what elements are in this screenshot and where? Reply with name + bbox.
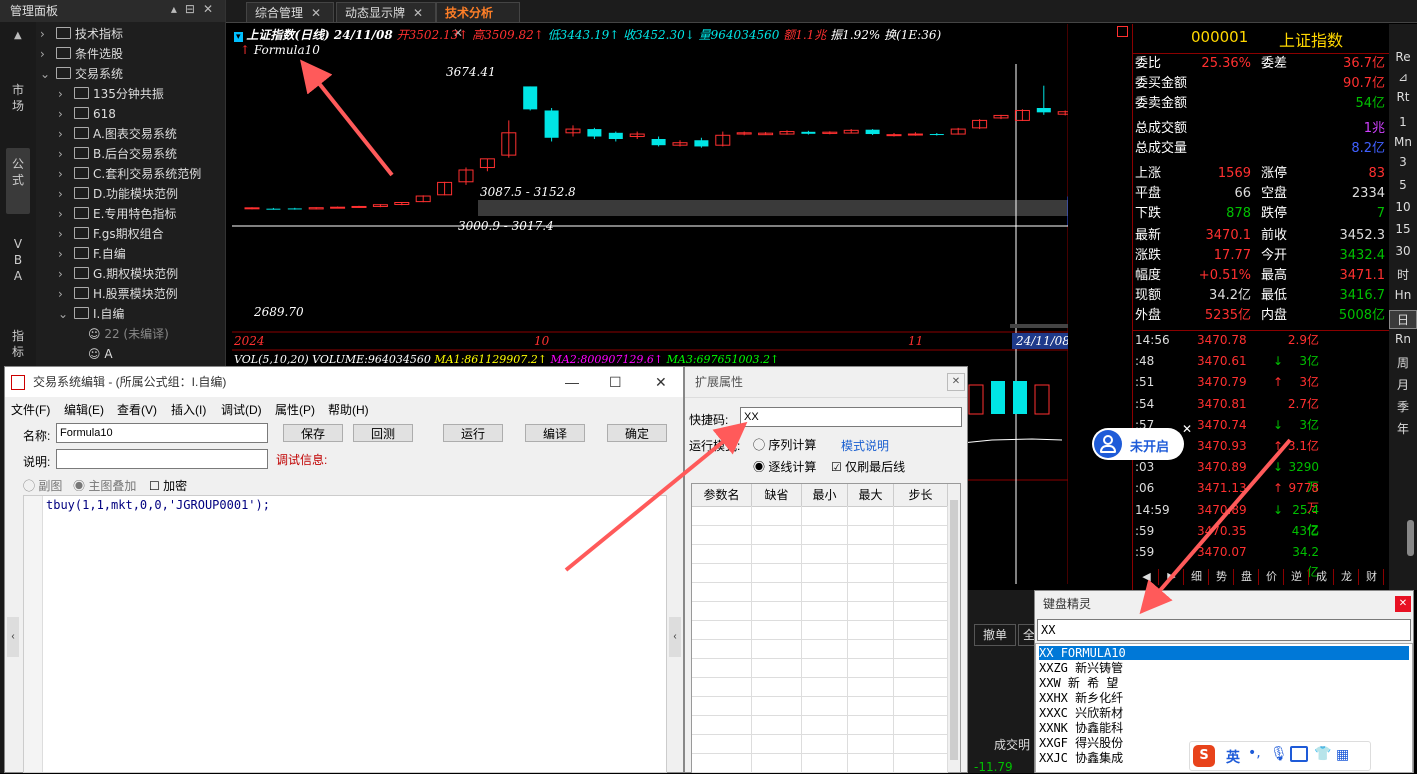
arrow-to-shortcut-input bbox=[564, 421, 748, 572]
arrow-to-formula-label bbox=[300, 59, 394, 177]
annotation-arrows bbox=[300, 59, 1292, 615]
arrow-to-keyboard-wizard bbox=[1139, 438, 1292, 615]
